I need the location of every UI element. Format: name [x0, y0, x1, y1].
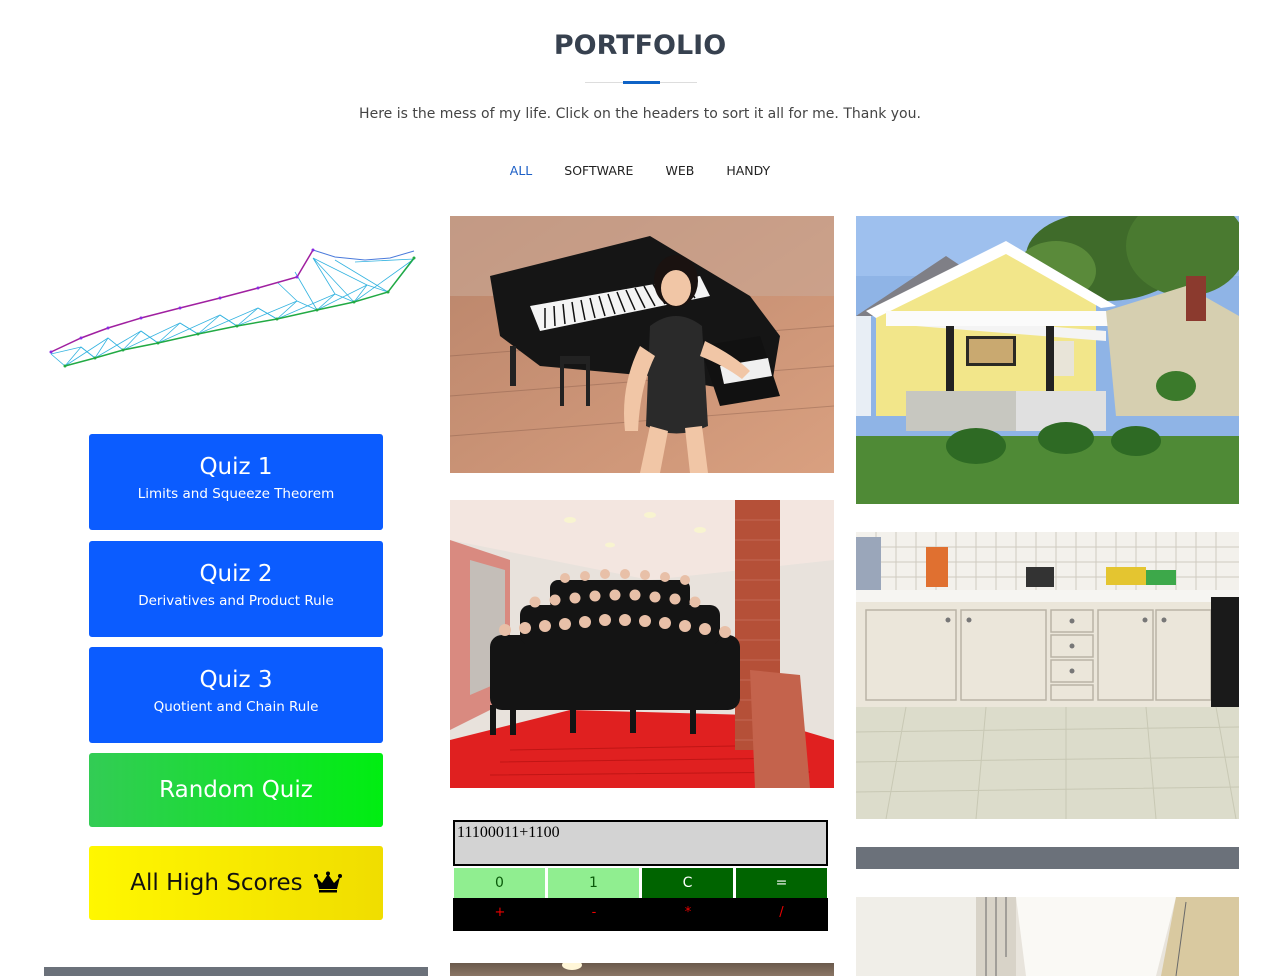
- card-placeholder-bar: [44, 967, 428, 976]
- choir-photo[interactable]: [450, 500, 834, 788]
- quiz-1-button[interactable]: Quiz 1 Limits and Squeeze Theorem: [89, 434, 383, 530]
- quiz-3-subtitle: Quotient and Chain Rule: [153, 699, 319, 715]
- truss-diagram: [49, 248, 416, 368]
- high-scores-button[interactable]: All High Scores: [89, 846, 383, 920]
- page-title: PORTFOLIO: [553, 30, 727, 61]
- truss-bridge-image[interactable]: [45, 230, 420, 380]
- calc-key-1[interactable]: 1: [548, 868, 639, 898]
- filter-software[interactable]: SOFTWARE: [564, 163, 633, 178]
- calc-key-0[interactable]: 0: [454, 868, 545, 898]
- basement-photo-art: [856, 897, 1239, 976]
- title-divider-accent: [623, 81, 660, 84]
- kitchen-cabinets-photo[interactable]: [856, 532, 1239, 819]
- calc-op-multiply[interactable]: *: [641, 898, 735, 931]
- page-subtitle: Here is the mess of my life. Click on th…: [359, 106, 921, 122]
- quiz-2-button[interactable]: Quiz 2 Derivatives and Product Rule: [89, 541, 383, 637]
- filter-web[interactable]: WEB: [665, 163, 694, 178]
- quiz-2-title: Quiz 2: [199, 561, 273, 587]
- quiz-3-title: Quiz 3: [199, 667, 273, 693]
- calc-op-divide[interactable]: /: [735, 898, 828, 931]
- calc-key-equals[interactable]: =: [736, 868, 827, 898]
- random-quiz-button[interactable]: Random Quiz: [89, 753, 383, 827]
- calc-op-minus[interactable]: -: [547, 898, 641, 931]
- room-photo-partial[interactable]: [450, 963, 834, 976]
- house-photo-art: [856, 216, 1239, 504]
- portfolio-filters: ALL SOFTWARE WEB HANDY: [0, 163, 1280, 178]
- crown-icon: [313, 871, 342, 893]
- calc-op-plus[interactable]: +: [453, 898, 547, 931]
- quiz-2-subtitle: Derivatives and Product Rule: [138, 593, 334, 609]
- calculator-display: 11100011+1100: [453, 820, 828, 866]
- quiz-1-subtitle: Limits and Squeeze Theorem: [137, 486, 335, 502]
- high-scores-label: All High Scores: [130, 870, 303, 896]
- filter-all[interactable]: ALL: [510, 163, 532, 178]
- pianist-photo[interactable]: [450, 216, 834, 473]
- lamp-glow: [562, 963, 582, 970]
- random-quiz-label: Random Quiz: [159, 777, 313, 803]
- quiz-1-title: Quiz 1: [199, 454, 273, 480]
- binary-calculator: 11100011+1100 0 1 C = + - * /: [453, 820, 828, 931]
- calc-key-clear[interactable]: C: [642, 868, 733, 898]
- choir-photo-art: [450, 500, 834, 788]
- basement-photo[interactable]: [856, 897, 1239, 976]
- quiz-3-button[interactable]: Quiz 3 Quotient and Chain Rule: [89, 647, 383, 743]
- pianist-photo-art: [450, 216, 834, 473]
- kitchen-photo-art: [856, 532, 1239, 819]
- filter-handy[interactable]: HANDY: [726, 163, 770, 178]
- card-placeholder-bar-right: [856, 847, 1239, 869]
- house-photo[interactable]: [856, 216, 1239, 504]
